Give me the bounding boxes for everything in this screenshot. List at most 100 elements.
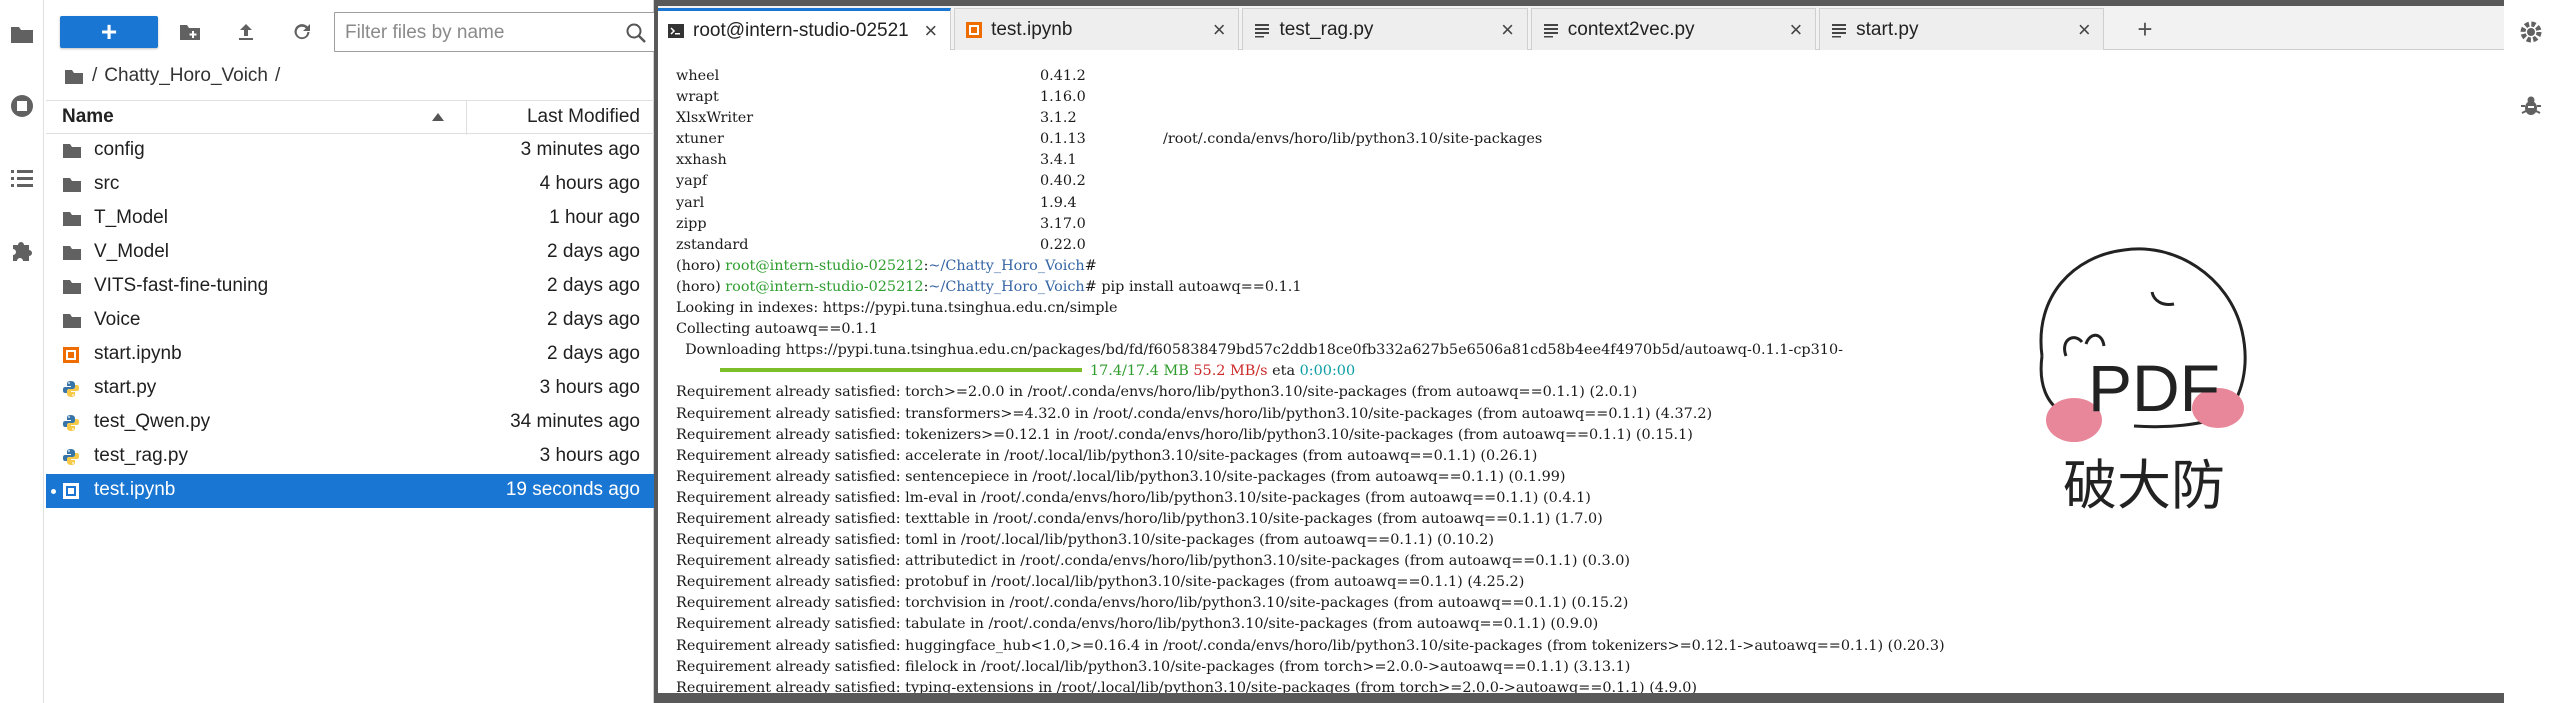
new-folder-button[interactable] [174, 16, 206, 48]
notebook-icon [965, 21, 983, 39]
refresh-button[interactable] [286, 16, 318, 48]
folder-icon[interactable] [6, 18, 38, 50]
file-row[interactable]: start.ipynb 2 days ago [46, 338, 654, 372]
file-row[interactable]: test_rag.py 3 hours ago [46, 440, 654, 474]
upload-icon [239, 24, 253, 40]
tab-2[interactable]: test.ipynb × [954, 8, 1240, 50]
window-frame-bottom [656, 693, 2508, 703]
file-name: V_Model [94, 241, 169, 262]
filter-files-input[interactable] [345, 20, 605, 46]
activity-bar [0, 0, 44, 703]
close-icon[interactable]: × [1785, 17, 1807, 42]
breadcrumb: / Chatty_Horo_Voich / [64, 62, 280, 90]
package-line: wheel 0.41.2 [676, 66, 2236, 87]
requirement-text: Requirement already satisfied: tabulate … [676, 616, 1599, 633]
requirement-text: Requirement already satisfied: texttable… [676, 510, 1603, 527]
breadcrumb-current[interactable]: Chatty_Horo_Voich [104, 65, 268, 87]
file-row[interactable]: V_Model 2 days ago [46, 236, 654, 270]
looking-line: Looking in indexes: https://pypi.tuna.ts… [676, 298, 2236, 319]
folder-icon [62, 312, 82, 330]
collecting-line: Collecting autoawq==0.1.1 [676, 319, 2236, 340]
upload-button[interactable] [230, 16, 262, 48]
file-name: test_Qwen.py [94, 411, 211, 432]
requirement-text: Requirement already satisfied: torchvisi… [676, 595, 1629, 612]
file-row[interactable]: Voice 2 days ago [46, 304, 654, 338]
filter-box[interactable] [334, 12, 656, 52]
package-name: yarl [676, 194, 705, 211]
file-modified: 2 days ago [547, 343, 640, 364]
folder-icon [62, 176, 82, 194]
prompt-user: root@intern-studio-025212 [725, 257, 924, 274]
requirement-text: Requirement already satisfied: protobuf … [676, 574, 1525, 591]
prompt-path: ~/Chatty_Horo_Voich [928, 278, 1085, 295]
extension-manager-icon[interactable] [6, 234, 38, 266]
column-divider[interactable] [466, 101, 467, 135]
breadcrumb-separator: / [275, 65, 281, 86]
package-line: yarl 1.9.4 [676, 193, 2236, 214]
requirement-text: Requirement already satisfied: tokenizer… [676, 426, 1693, 443]
requirement-text: Requirement already satisfied: lm-eval i… [676, 489, 1591, 506]
file-name: T_Model [94, 207, 168, 228]
progress-eta-label: eta [1272, 363, 1296, 380]
file-name: VITS-fast-fine-tuning [94, 275, 269, 296]
requirement-line: Requirement already satisfied: accelerat… [676, 446, 2236, 467]
package-name: wheel [676, 68, 720, 84]
file-list-header: Name Last Modified [46, 100, 654, 135]
file-row[interactable]: src 4 hours ago [46, 168, 654, 202]
file-row[interactable]: config 3 minutes ago [46, 134, 654, 168]
package-version: 3.1.2 [1040, 110, 1077, 127]
requirement-text: Requirement already satisfied: accelerat… [676, 447, 1538, 464]
file-modified: 3 hours ago [539, 377, 640, 398]
file-name: src [94, 173, 120, 194]
prompt-hash: # [1084, 257, 1097, 274]
name-column-header[interactable]: Name [62, 106, 114, 128]
requirement-line: Requirement already satisfied: texttable… [676, 509, 2236, 530]
file-name: Voice [94, 309, 141, 330]
package-line: zipp 3.17.0 [676, 214, 2236, 235]
breadcrumb-root[interactable]: / [92, 65, 97, 87]
downloading-text: Downloading https://pypi.tuna.tsinghua.e… [676, 342, 1843, 359]
package-location: /root/.conda/envs/horo/lib/python3.10/si… [1163, 131, 1543, 148]
tab-5[interactable]: start.py × [1819, 8, 2105, 50]
close-icon[interactable]: × [1208, 17, 1230, 42]
folder-icon[interactable] [64, 68, 84, 85]
last-modified-column-header[interactable]: Last Modified [527, 106, 640, 128]
requirement-text: Requirement already satisfied: attribute… [676, 553, 1630, 570]
requirement-text: Requirement already satisfied: huggingfa… [676, 637, 1945, 654]
tab-3[interactable]: test_rag.py × [1242, 8, 1528, 50]
close-icon[interactable]: × [920, 18, 942, 43]
file-row[interactable]: test_Qwen.py 34 minutes ago [46, 406, 654, 440]
requirement-text: Requirement already satisfied: torch>=2.… [676, 384, 1638, 401]
close-icon[interactable]: × [2073, 17, 2095, 42]
file-modified: 34 minutes ago [510, 411, 640, 432]
file-row[interactable]: test.ipynb 19 seconds ago [46, 474, 654, 508]
python-icon [62, 414, 82, 432]
table-of-contents-icon[interactable] [6, 162, 38, 194]
file-row[interactable]: start.py 3 hours ago [46, 372, 654, 406]
text-file-icon [1542, 21, 1560, 39]
file-name: start.py [94, 377, 157, 398]
prompt-user: root@intern-studio-025212 [725, 278, 924, 295]
folder-icon [62, 278, 82, 296]
requirement-line: Requirement already satisfied: torch>=2.… [676, 382, 2236, 403]
jupyterlab-window: + / Chatty_Horo_Voich / Name [0, 0, 2559, 703]
file-modified: 3 hours ago [539, 445, 640, 466]
file-name: config [94, 139, 145, 160]
package-version: 0.22.0 [1040, 236, 1086, 253]
property-inspector-gear-icon[interactable] [2519, 20, 2543, 44]
notebook-icon [62, 482, 82, 500]
plus-icon: + [100, 16, 118, 47]
tab-4[interactable]: context2vec.py × [1530, 8, 1816, 50]
tab-label: start.py [1856, 18, 1919, 40]
file-row[interactable]: T_Model 1 hour ago [46, 202, 654, 236]
package-line: XlsxWriter 3.1.2 [676, 108, 2236, 129]
file-row[interactable]: VITS-fast-fine-tuning 2 days ago [46, 270, 654, 304]
window-frame-top [656, 0, 2508, 6]
new-tab-plus-icon[interactable]: + [2130, 14, 2160, 44]
package-name: yapf [676, 173, 708, 190]
close-icon[interactable]: × [1497, 17, 1519, 42]
new-launcher-button[interactable]: + [60, 16, 158, 48]
running-kernels-icon[interactable] [6, 90, 38, 122]
debugger-bug-icon[interactable] [2519, 94, 2543, 118]
tab-1[interactable]: root@intern-studio-02521 × [656, 8, 951, 51]
